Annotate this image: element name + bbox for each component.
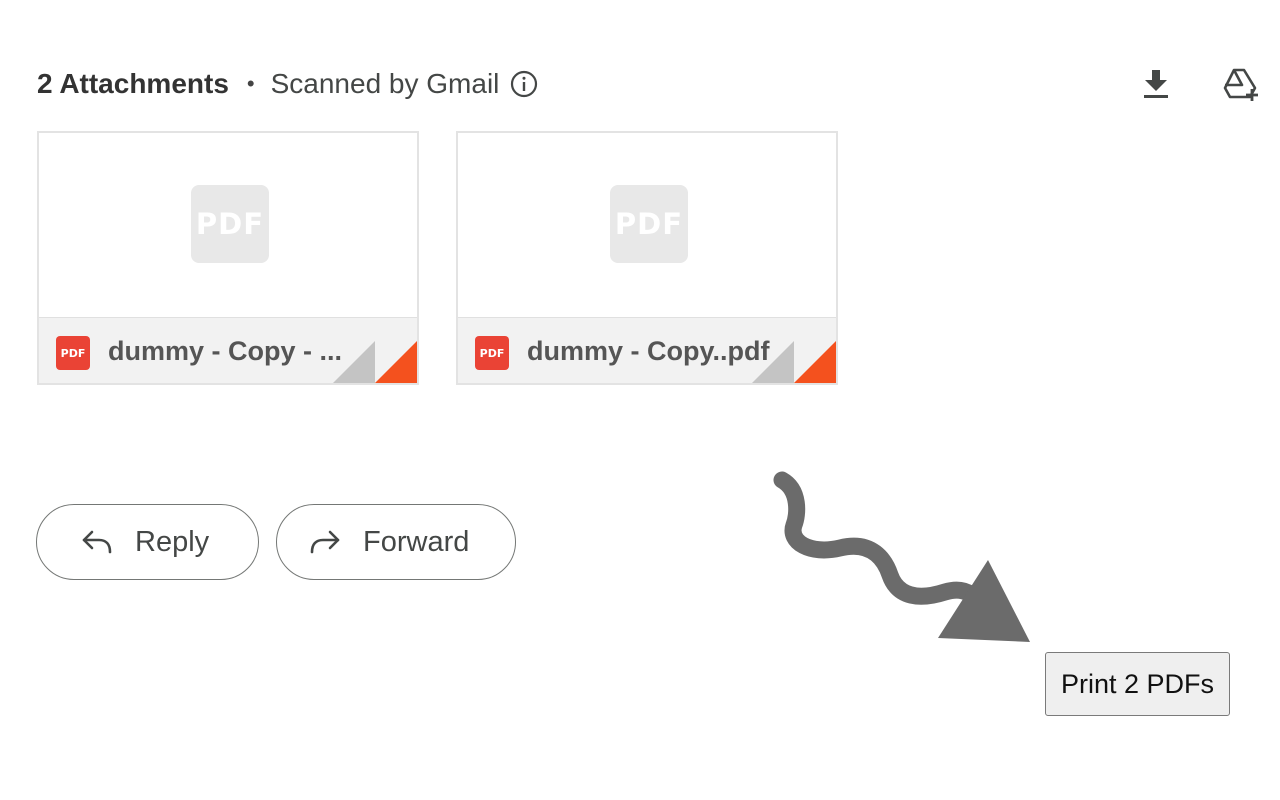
forward-label: Forward: [363, 525, 470, 558]
reply-button[interactable]: Reply: [36, 504, 259, 580]
print-pdfs-button[interactable]: Print 2 PDFs: [1045, 652, 1230, 716]
info-icon[interactable]: [509, 69, 539, 99]
attachment-file-name: dummy - Copy - ...: [108, 336, 343, 366]
pdf-thumbnail-icon: PDF: [610, 185, 688, 263]
pdf-file-icon: PDF: [56, 336, 90, 370]
attachment-file-name: dummy - Copy..pdf: [527, 336, 770, 366]
separator-dot: •: [246, 71, 255, 96]
attachments-header: 2 Attachments • Scanned by Gmail: [37, 64, 539, 104]
pdf-file-icon: PDF: [475, 336, 509, 370]
squiggly-arrow-icon: [773, 471, 1030, 642]
attachment-preview: PDF: [458, 133, 836, 317]
pdf-thumbnail-icon: PDF: [191, 185, 269, 263]
attachment-preview: PDF: [39, 133, 417, 317]
forward-button[interactable]: Forward: [276, 504, 516, 580]
attachment-footer: PDF dummy - Copy - ...: [39, 317, 417, 383]
attachment-card[interactable]: PDF PDF dummy - Copy..pdf: [456, 131, 838, 385]
page-fold-icon: [752, 341, 836, 383]
scanned-by-gmail-label: Scanned by Gmail: [270, 68, 500, 99]
download-all-button[interactable]: [1134, 62, 1178, 106]
page-fold-icon: [333, 341, 417, 383]
add-to-drive-button[interactable]: [1220, 62, 1264, 106]
add-to-drive-icon: [1223, 68, 1258, 101]
gmail-attachments-panel: 2 Attachments • Scanned by Gmail PDF PDF…: [0, 0, 1280, 800]
attachment-card[interactable]: PDF PDF dummy - Copy - ...: [37, 131, 419, 385]
attachments-count: 2 Attachments: [37, 68, 229, 99]
reply-label: Reply: [135, 525, 210, 558]
attachment-footer: PDF dummy - Copy..pdf: [458, 317, 836, 383]
forward-icon: [310, 530, 340, 554]
reply-icon: [82, 530, 112, 554]
download-icon: [1144, 70, 1168, 98]
